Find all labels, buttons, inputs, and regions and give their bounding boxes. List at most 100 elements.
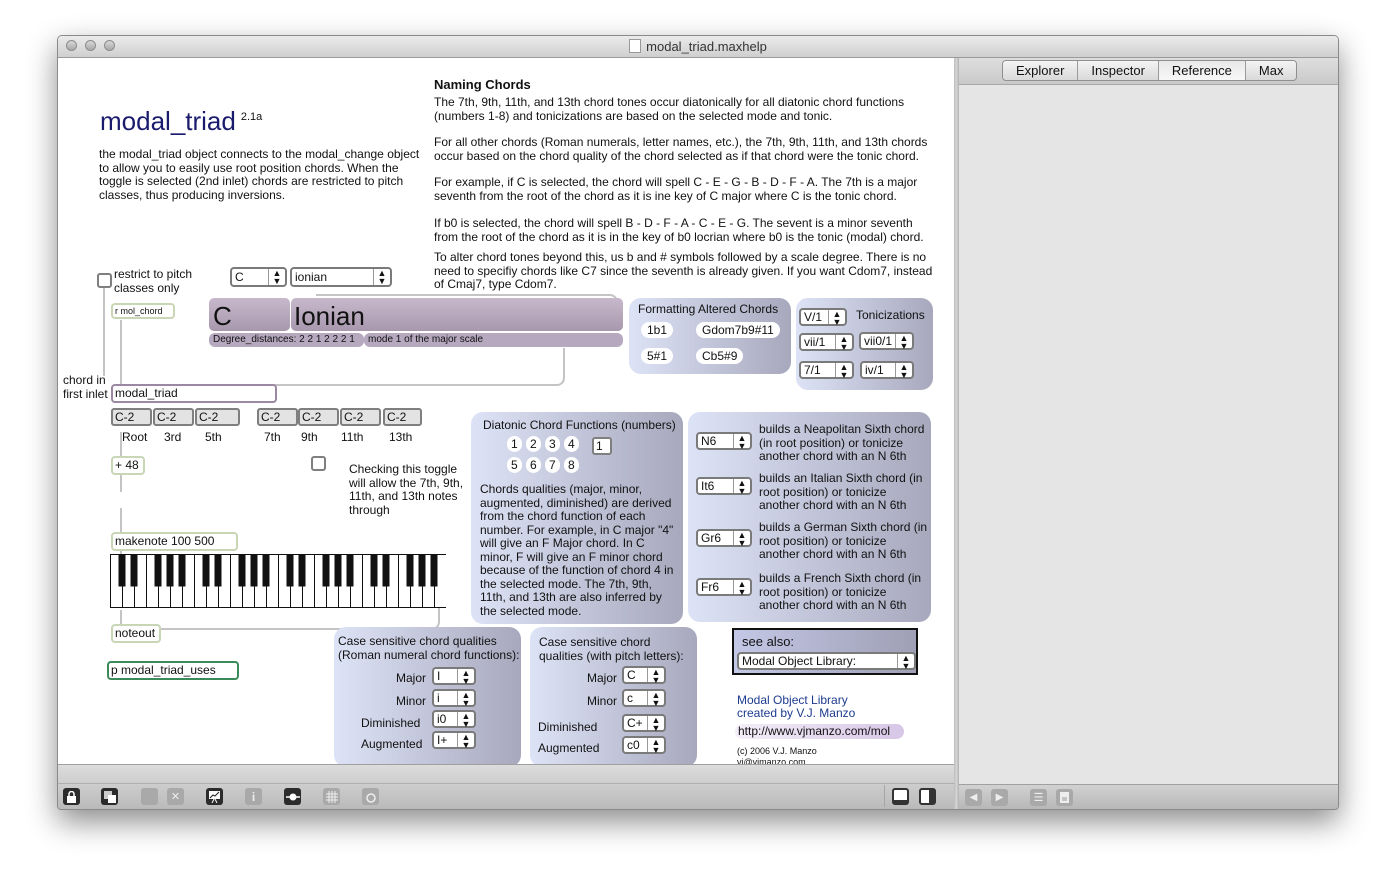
cable-icon[interactable]: [141, 788, 158, 805]
extensions-toggle[interactable]: [311, 456, 326, 471]
function-button-1[interactable]: 1: [507, 436, 522, 452]
letter-diminished-menu[interactable]: C+ ▲ ▼: [622, 714, 666, 733]
back-icon[interactable]: ◀: [965, 789, 982, 806]
patcher-toolbar: ✕ i: [58, 764, 954, 809]
eleventh-number-box[interactable]: C-2: [340, 408, 381, 426]
updown-arrow-icon: ▲ ▼: [647, 716, 664, 733]
window-title-text: modal_triad.maxhelp: [646, 39, 767, 54]
subpatcher-object[interactable]: p modal_triad_uses: [107, 661, 239, 680]
current-function-number-box[interactable]: 1: [592, 437, 612, 455]
patcher-canvas[interactable]: modal_triad 2.1a the modal_triad object c…: [58, 58, 954, 764]
presentation-icon[interactable]: [206, 788, 223, 805]
forward-icon[interactable]: ▶: [991, 789, 1008, 806]
clear-icon[interactable]: ✕: [167, 788, 184, 805]
black-key[interactable]: [130, 554, 138, 587]
list-icon[interactable]: ☰: [1030, 789, 1047, 806]
tab-explorer[interactable]: Explorer: [1003, 61, 1079, 80]
black-key[interactable]: [154, 554, 162, 587]
black-key[interactable]: [238, 554, 246, 587]
document-icon[interactable]: [1056, 789, 1073, 806]
black-key[interactable]: [334, 554, 342, 587]
message-5sharp1[interactable]: 5#1: [641, 348, 674, 364]
black-key[interactable]: [382, 554, 390, 587]
noteout-object[interactable]: noteout: [111, 624, 161, 643]
black-key[interactable]: [214, 554, 222, 587]
function-button-8[interactable]: 8: [564, 457, 579, 473]
message-gdom7b9-sharp11[interactable]: Gdom7b9#11: [696, 322, 780, 338]
grid-icon[interactable]: [323, 788, 340, 805]
roman-diminished-menu[interactable]: i0 ▲ ▼: [432, 710, 476, 729]
thirteenth-number-box[interactable]: C-2: [383, 408, 422, 426]
black-key[interactable]: [178, 554, 186, 587]
black-key[interactable]: [430, 554, 438, 587]
menu-value: 7/1: [804, 363, 821, 377]
function-button-6[interactable]: 6: [526, 457, 541, 473]
letter-major-menu[interactable]: C ▲ ▼: [622, 666, 666, 685]
tonic-menu[interactable]: C ▲ ▼: [230, 267, 287, 287]
letter-qualities-panel: Case sensitive chord qualities (with pit…: [530, 627, 697, 764]
function-button-2[interactable]: 2: [526, 436, 541, 452]
lock-icon[interactable]: [63, 788, 80, 805]
modal-triad-object[interactable]: modal_triad: [111, 384, 277, 403]
letter-diminished-label: Diminished: [538, 720, 598, 734]
makenote-object[interactable]: makenote 100 500: [111, 532, 238, 551]
split-pane-icon[interactable]: [919, 788, 936, 805]
it6-menu[interactable]: It6 ▲ ▼: [696, 477, 752, 496]
seventh-number-box[interactable]: C-2: [257, 408, 298, 426]
website-link[interactable]: http://www.vjmanzo.com/mol: [735, 724, 904, 739]
tonicization-menu-vii0[interactable]: vii0/1 ▲ ▼: [859, 332, 914, 351]
fr6-menu[interactable]: Fr6 ▲ ▼: [696, 578, 752, 597]
black-key[interactable]: [286, 554, 294, 587]
ninth-number-box[interactable]: C-2: [298, 408, 339, 426]
n6-menu[interactable]: N6 ▲ ▼: [696, 432, 752, 451]
root-number-box[interactable]: C-2: [111, 408, 152, 426]
piano-keyboard[interactable]: [110, 554, 446, 608]
function-button-4[interactable]: 4: [564, 436, 579, 452]
black-key[interactable]: [118, 554, 126, 587]
function-button-5[interactable]: 5: [507, 457, 522, 473]
tonicization-menu-iv[interactable]: iv/1 ▲ ▼: [860, 361, 914, 380]
receive-object[interactable]: r mol_chord: [111, 303, 175, 319]
roman-minor-menu[interactable]: i ▲ ▼: [432, 689, 476, 708]
naming-paragraph-2: For all other chords (Roman numerals, le…: [434, 135, 928, 163]
debug-icon[interactable]: [362, 788, 379, 805]
fifth-number-box[interactable]: C-2: [195, 408, 240, 426]
function-button-7[interactable]: 7: [545, 457, 560, 473]
black-key[interactable]: [202, 554, 210, 587]
letter-augmented-menu[interactable]: c0 ▲ ▼: [622, 736, 666, 755]
plus-object[interactable]: + 48: [111, 456, 145, 475]
black-key[interactable]: [166, 554, 174, 587]
message-1b1[interactable]: 1b1: [641, 322, 674, 338]
restrict-pitch-class-toggle[interactable]: [97, 273, 112, 288]
black-key[interactable]: [346, 554, 354, 587]
black-key[interactable]: [298, 554, 306, 587]
mode-menu[interactable]: ionian ▲ ▼: [290, 267, 392, 287]
see-also-menu[interactable]: Modal Object Library: ▲ ▼: [737, 652, 916, 671]
menu-value: vii/1: [804, 335, 826, 349]
black-key[interactable]: [262, 554, 270, 587]
gr6-menu[interactable]: Gr6 ▲ ▼: [696, 529, 752, 548]
object-hint-icon[interactable]: [284, 788, 301, 805]
roman-major-menu[interactable]: I ▲ ▼: [432, 667, 476, 686]
gr6-description: builds a German Sixth chord (in root pos…: [759, 520, 928, 561]
tab-inspector[interactable]: Inspector: [1078, 61, 1159, 80]
message-cb5sharp9[interactable]: Cb5#9: [696, 348, 744, 364]
black-key[interactable]: [418, 554, 426, 587]
roman-augmented-menu[interactable]: I+ ▲ ▼: [432, 731, 476, 750]
tonicization-menu-vii[interactable]: vii/1 ▲ ▼: [799, 333, 854, 352]
black-key[interactable]: [322, 554, 330, 587]
black-key[interactable]: [370, 554, 378, 587]
third-number-box[interactable]: C-2: [153, 408, 194, 426]
letter-minor-menu[interactable]: c ▲ ▼: [622, 689, 666, 708]
black-key[interactable]: [406, 554, 414, 587]
new-object-icon[interactable]: [101, 788, 118, 805]
function-button-3[interactable]: 3: [545, 436, 560, 452]
tab-reference[interactable]: Reference: [1158, 61, 1246, 80]
black-key[interactable]: [250, 554, 258, 587]
tonicization-menu-v[interactable]: V/1 ▲ ▼: [799, 308, 847, 327]
fr6-description: builds a French Sixth chord (in root pos…: [759, 571, 922, 612]
tonicization-menu-7[interactable]: 7/1 ▲ ▼: [799, 361, 854, 380]
single-pane-icon[interactable]: [892, 788, 909, 805]
tab-max[interactable]: Max: [1245, 61, 1297, 80]
info-icon[interactable]: i: [245, 788, 262, 805]
